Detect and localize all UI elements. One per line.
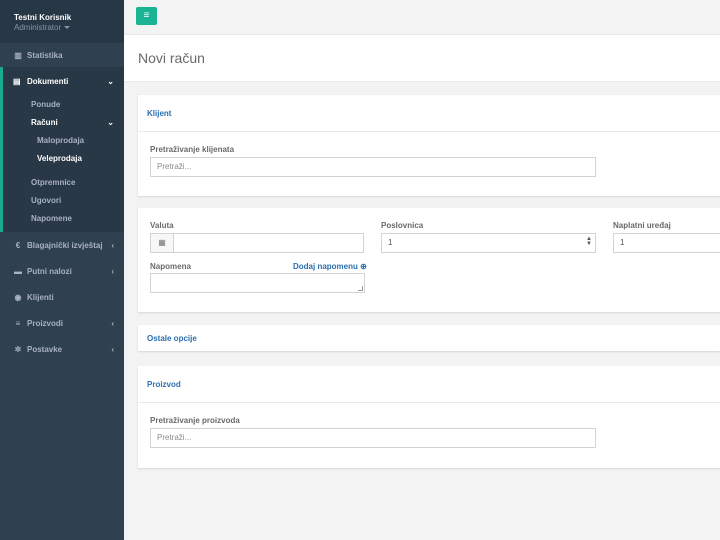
plus-circle-icon: ⊕ [360,262,367,271]
sidebar-item-putni-nalozi[interactable]: ▬ Putni nalozi ‹ [0,258,124,284]
gear-icon: ✲ [14,344,22,354]
valuta-input[interactable] [173,233,364,253]
caret-down-icon [64,26,71,30]
user-role[interactable]: Administrator [14,23,124,32]
sidebar-item-label: Klijenti [27,292,54,302]
sidebar-group-dokumenti: ▤ Dokumenti ⌄ Ponude Računi ⌄ Maloprodaj… [0,67,124,232]
select-arrows-icon: ▲ ▼ [586,236,592,247]
sidebar-item-dokumenti[interactable]: ▤ Dokumenti ⌄ [3,67,124,95]
hamburger-icon: ≡ [143,10,150,21]
client-search-input[interactable]: Pretraži... [150,157,596,177]
sidebar-item-otpremnice[interactable]: Otpremnice [3,173,124,191]
sidebar-item-veleprodaja[interactable]: Veleprodaja [0,149,124,167]
sidebar-item-label: Proizvodi [27,318,64,328]
sidebar: Testni Korisnik Administrator ▥ Statisti… [0,0,124,540]
product-search-label: Pretraživanje proizvoda [150,416,240,425]
sidebar-item-klijenti[interactable]: ◉ Klijenti [0,284,124,310]
sidebar-item-label: Dokumenti [27,76,69,86]
user-role-label: Administrator [14,23,62,32]
add-note-link[interactable]: Dodaj napomenu ⊕ [293,262,367,271]
chevron-down-icon: ⌄ [107,117,114,127]
sidebar-item-napomene[interactable]: Napomene [3,209,124,227]
sidebar-item-label: Statistika [27,50,63,60]
sidebar-item-label: Blagajnički izvještaj [27,240,103,250]
calendar-addon[interactable]: ▦ [150,233,174,253]
sidebar-item-proizvodi[interactable]: ≡ Proizvodi ‹ [0,310,124,336]
klijent-panel: Klijent Pretraživanje klijenata Pretraži… [138,95,720,196]
sidebar-item-postavke[interactable]: ✲ Postavke ‹ [0,336,124,362]
napomena-textarea[interactable] [150,273,365,293]
hamburger-menu-button[interactable]: ≡ [136,7,157,25]
proizvod-panel-title[interactable]: Proizvod [138,366,720,403]
chevron-left-icon: ‹ [111,240,114,250]
car-icon: ▬ [14,266,22,276]
calendar-icon: ▦ [158,238,166,247]
user-profile[interactable]: Testni Korisnik Administrator [0,0,124,43]
chevron-left-icon: ‹ [111,344,114,354]
sidebar-item-ponude[interactable]: Ponude [3,95,124,113]
euro-icon: € [15,240,21,250]
poslovnica-label: Poslovnica [381,221,424,230]
details-panel: Valuta ▦ Poslovnica 1 ▲ ▼ Naplatni uređaj… [138,208,720,312]
bar-chart-icon: ▥ [14,50,22,60]
page-heading: Novi račun [124,35,720,82]
sidebar-item-label: Računi [31,117,58,127]
ostale-opcije-title[interactable]: Ostale opcije [138,325,720,351]
user-circle-icon: ◉ [14,292,22,302]
sidebar-item-maloprodaja[interactable]: Maloprodaja [3,131,124,149]
sidebar-item-ugovori[interactable]: Ugovori [3,191,124,209]
product-search-input[interactable]: Pretraži... [150,428,596,448]
sidebar-item-blagajnicki[interactable]: € Blagajnički izvještaj ‹ [0,232,124,258]
naplatni-uredaj-input[interactable]: 1 [613,233,720,253]
document-icon: ▤ [13,76,21,86]
chevron-left-icon: ‹ [111,266,114,276]
sidebar-item-label: Putni nalozi [27,266,72,276]
list-icon: ≡ [15,318,21,328]
valuta-label: Valuta [150,221,174,230]
client-search-label: Pretraživanje klijenata [150,145,235,154]
klijent-panel-title[interactable]: Klijent [138,95,720,132]
resize-handle-icon[interactable] [358,286,363,291]
chevron-left-icon: ‹ [111,318,114,328]
top-navbar: ≡ [124,0,720,35]
ostale-opcije-panel: Ostale opcije [138,325,720,351]
napomena-label: Napomena [150,262,191,271]
poslovnica-value: 1 [388,238,393,247]
naplatni-uredaj-label: Naplatni uređaj [613,221,671,230]
poslovnica-select[interactable]: 1 ▲ ▼ [381,233,596,253]
user-name: Testni Korisnik [14,13,72,22]
sidebar-item-racuni[interactable]: Računi ⌄ [3,113,124,131]
chevron-down-icon: ⌄ [107,76,114,86]
sidebar-item-label: Postavke [27,344,63,354]
proizvod-panel: Proizvod Pretraživanje proizvoda Pretraž… [138,366,720,468]
page-title: Novi račun [138,50,205,66]
sidebar-item-statistika[interactable]: ▥ Statistika [0,43,124,67]
add-note-label: Dodaj napomenu [293,262,358,271]
